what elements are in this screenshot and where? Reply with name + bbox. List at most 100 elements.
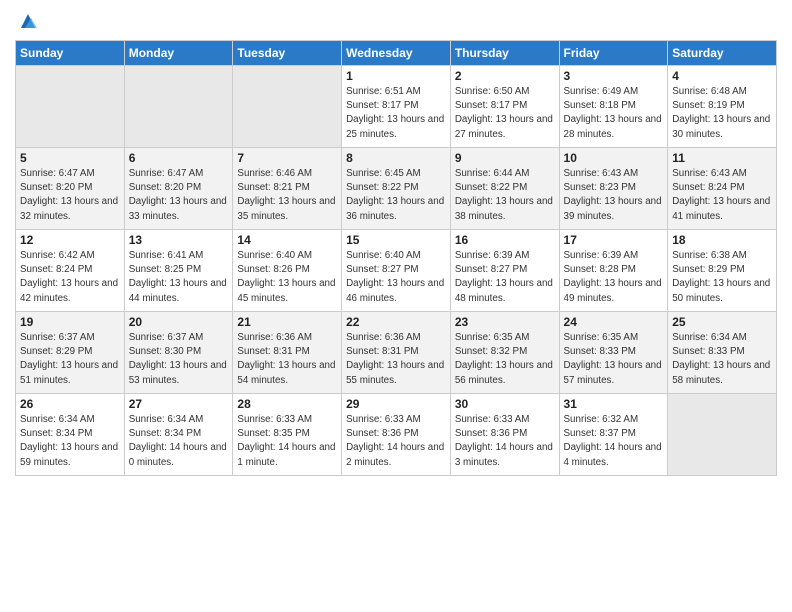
day-detail-daylight: Daylight: 13 hours and 58 minutes.: [672, 359, 772, 387]
day-detail: Sunrise: 6:36 AM: [346, 331, 446, 345]
day-number: 23: [455, 315, 555, 329]
day-detail-sunset: Sunset: 8:29 PM: [672, 263, 772, 277]
day-number: 15: [346, 233, 446, 247]
day-number: 28: [237, 397, 337, 411]
day-number: 19: [20, 315, 120, 329]
day-number: 6: [129, 151, 229, 165]
day-detail: Sunrise: 6:40 AM: [346, 249, 446, 263]
day-number: 27: [129, 397, 229, 411]
calendar-cell: 29Sunrise: 6:33 AMSunset: 8:36 PMDayligh…: [342, 394, 451, 476]
day-detail-sunset: Sunset: 8:31 PM: [346, 345, 446, 359]
day-detail: Sunrise: 6:48 AM: [672, 85, 772, 99]
calendar-header: SundayMondayTuesdayWednesdayThursdayFrid…: [16, 41, 777, 66]
calendar-cell: 4Sunrise: 6:48 AMSunset: 8:19 PMDaylight…: [668, 66, 777, 148]
weekday-header-friday: Friday: [559, 41, 668, 66]
day-detail-sunset: Sunset: 8:20 PM: [129, 181, 229, 195]
day-detail-daylight: Daylight: 13 hours and 48 minutes.: [455, 277, 555, 305]
day-detail-daylight: Daylight: 13 hours and 36 minutes.: [346, 195, 446, 223]
calendar-cell: 13Sunrise: 6:41 AMSunset: 8:25 PMDayligh…: [124, 230, 233, 312]
day-number: 29: [346, 397, 446, 411]
calendar-cell: 25Sunrise: 6:34 AMSunset: 8:33 PMDayligh…: [668, 312, 777, 394]
day-detail: Sunrise: 6:47 AM: [20, 167, 120, 181]
day-detail: Sunrise: 6:39 AM: [455, 249, 555, 263]
calendar-cell: 24 Sunrise: 6:35 AMSunset: 8:33 PMDayligh…: [559, 312, 668, 394]
day-detail-daylight: Daylight: 13 hours and 25 minutes.: [346, 113, 446, 141]
calendar-week-5: 26Sunrise: 6:34 AMSunset: 8:34 PMDayligh…: [16, 394, 777, 476]
day-number: 26: [20, 397, 120, 411]
day-detail-daylight: Daylight: 13 hours and 41 minutes.: [672, 195, 772, 223]
calendar-cell: 6Sunrise: 6:47 AMSunset: 8:20 PMDaylight…: [124, 148, 233, 230]
day-detail-daylight: Daylight: 13 hours and 51 minutes.: [20, 359, 120, 387]
day-detail: Sunrise: 6:43 AM: [564, 167, 664, 181]
day-detail-daylight: Daylight: 14 hours and 4 minutes.: [564, 441, 664, 469]
calendar-cell: 27 Sunrise: 6:34 AMSunset: 8:34 PMDayligh…: [124, 394, 233, 476]
day-number: 7: [237, 151, 337, 165]
day-detail: Sunrise: 6:45 AM: [346, 167, 446, 181]
day-detail: Sunrise: 6:51 AM: [346, 85, 446, 99]
day-detail-sunset: Sunset: 8:36 PM: [346, 427, 446, 441]
day-detail-daylight: Daylight: 13 hours and 45 minutes.: [237, 277, 337, 305]
calendar-cell: 26Sunrise: 6:34 AMSunset: 8:34 PMDayligh…: [16, 394, 125, 476]
day-number: 20: [129, 315, 229, 329]
logo-icon: [17, 10, 39, 32]
day-number: 10: [564, 151, 664, 165]
day-number: 13: [129, 233, 229, 247]
day-detail-daylight: Daylight: 13 hours and 50 minutes.: [672, 277, 772, 305]
day-detail-sunset: Sunset: 8:30 PM: [129, 345, 229, 359]
weekday-header-saturday: Saturday: [668, 41, 777, 66]
day-detail-sunset: Sunset: 8:28 PM: [564, 263, 664, 277]
day-detail-sunset: Sunset: 8:24 PM: [20, 263, 120, 277]
day-detail-sunset: Sunset: 8:23 PM: [564, 181, 664, 195]
day-detail-sunset: Sunset: 8:20 PM: [20, 181, 120, 195]
calendar-cell: 31Sunrise: 6:32 AMSunset: 8:37 PMDayligh…: [559, 394, 668, 476]
calendar-cell: 12Sunrise: 6:42 AMSunset: 8:24 PMDayligh…: [16, 230, 125, 312]
day-detail-sunset: Sunset: 8:17 PM: [346, 99, 446, 113]
day-detail-daylight: Daylight: 13 hours and 35 minutes.: [237, 195, 337, 223]
weekday-header-tuesday: Tuesday: [233, 41, 342, 66]
day-detail-daylight: Daylight: 13 hours and 55 minutes.: [346, 359, 446, 387]
day-number: 5: [20, 151, 120, 165]
calendar-cell: 18Sunrise: 6:38 AMSunset: 8:29 PMDayligh…: [668, 230, 777, 312]
day-detail-daylight: Daylight: 14 hours and 0 minutes.: [129, 441, 229, 469]
day-detail-sunset: Sunset: 8:17 PM: [455, 99, 555, 113]
day-detail: Sunrise: 6:34 AM: [672, 331, 772, 345]
day-number: 11: [672, 151, 772, 165]
day-detail-sunset: Sunset: 8:34 PM: [129, 427, 229, 441]
day-number: 14: [237, 233, 337, 247]
day-detail-sunset: Sunset: 8:33 PM: [564, 345, 664, 359]
day-detail-daylight: Daylight: 13 hours and 46 minutes.: [346, 277, 446, 305]
day-detail-daylight: Daylight: 13 hours and 53 minutes.: [129, 359, 229, 387]
calendar-cell: 10Sunrise: 6:43 AMSunset: 8:23 PMDayligh…: [559, 148, 668, 230]
calendar-week-3: 12Sunrise: 6:42 AMSunset: 8:24 PMDayligh…: [16, 230, 777, 312]
day-detail-daylight: Daylight: 14 hours and 1 minute.: [237, 441, 337, 469]
day-detail: Sunrise: 6:37 AM: [20, 331, 120, 345]
day-detail-sunset: Sunset: 8:22 PM: [346, 181, 446, 195]
calendar-cell: 5 Sunrise: 6:47 AMSunset: 8:20 PMDaylight…: [16, 148, 125, 230]
day-number: 12: [20, 233, 120, 247]
day-number: 17: [564, 233, 664, 247]
day-detail: Sunrise: 6:50 AM: [455, 85, 555, 99]
day-detail-sunset: Sunset: 8:19 PM: [672, 99, 772, 113]
calendar-cell: 3Sunrise: 6:49 AMSunset: 8:18 PMDaylight…: [559, 66, 668, 148]
calendar-week-4: 19Sunrise: 6:37 AMSunset: 8:29 PMDayligh…: [16, 312, 777, 394]
day-detail-sunset: Sunset: 8:25 PM: [129, 263, 229, 277]
day-detail-daylight: Daylight: 13 hours and 59 minutes.: [20, 441, 120, 469]
calendar-cell: [233, 66, 342, 148]
calendar-cell: 23Sunrise: 6:35 AMSunset: 8:32 PMDayligh…: [450, 312, 559, 394]
calendar-cell: 20Sunrise: 6:37 AMSunset: 8:30 PMDayligh…: [124, 312, 233, 394]
day-detail: Sunrise: 6:44 AM: [455, 167, 555, 181]
day-detail-daylight: Daylight: 13 hours and 57 minutes.: [564, 359, 664, 387]
day-number: 24: [564, 315, 664, 329]
day-detail: Sunrise: 6:35 AM: [564, 331, 664, 345]
weekday-row: SundayMondayTuesdayWednesdayThursdayFrid…: [16, 41, 777, 66]
calendar-cell: 21Sunrise: 6:36 AMSunset: 8:31 PMDayligh…: [233, 312, 342, 394]
day-detail-sunset: Sunset: 8:27 PM: [455, 263, 555, 277]
calendar-cell: 14Sunrise: 6:40 AMSunset: 8:26 PMDayligh…: [233, 230, 342, 312]
day-detail-sunset: Sunset: 8:24 PM: [672, 181, 772, 195]
day-detail-sunset: Sunset: 8:31 PM: [237, 345, 337, 359]
day-detail-daylight: Daylight: 13 hours and 28 minutes.: [564, 113, 664, 141]
weekday-header-wednesday: Wednesday: [342, 41, 451, 66]
day-detail-daylight: Daylight: 13 hours and 32 minutes.: [20, 195, 120, 223]
day-detail: Sunrise: 6:34 AM: [129, 413, 229, 427]
day-detail: Sunrise: 6:46 AM: [237, 167, 337, 181]
